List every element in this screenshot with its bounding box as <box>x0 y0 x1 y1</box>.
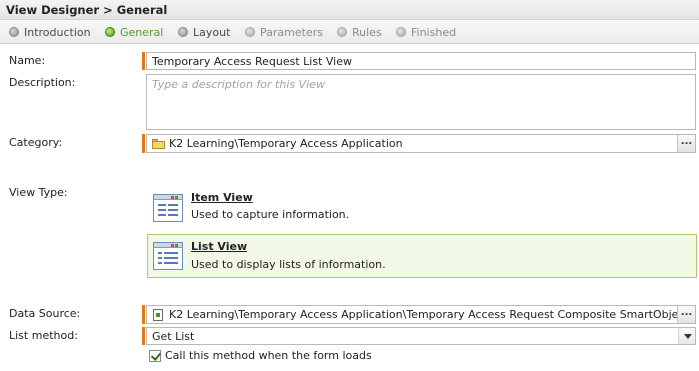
step-introduction[interactable]: Introduction <box>9 25 91 39</box>
data-source-value: K2 Learning\Temporary Access Application… <box>169 308 689 321</box>
item-view-icon <box>153 194 183 222</box>
list-method-select[interactable]: Get List <box>146 327 696 345</box>
required-marker <box>142 327 145 345</box>
step-layout[interactable]: Layout <box>178 25 230 39</box>
item-view-description: Used to capture information. <box>191 208 350 221</box>
step-label: Introduction <box>24 25 91 39</box>
category-picker[interactable]: K2 Learning\Temporary Access Application… <box>146 134 696 153</box>
category-value: K2 Learning\Temporary Access Application <box>169 137 403 150</box>
step-status-icon <box>396 27 406 37</box>
step-label: Layout <box>193 25 231 39</box>
description-textarea[interactable]: Type a description for this View <box>146 74 696 130</box>
description-label: Description: <box>9 76 76 89</box>
call-on-load-label: Call this method when the form loads <box>165 349 372 362</box>
required-marker <box>142 305 145 324</box>
item-view-option[interactable]: Item View Used to capture information. <box>147 186 697 230</box>
data-source-label: Data Source: <box>9 307 81 320</box>
folder-icon <box>152 139 165 149</box>
step-status-icon <box>337 27 347 37</box>
name-label: Name: <box>9 54 46 67</box>
wizard-steps: Introduction General Layout Parameters R… <box>0 20 699 44</box>
list-view-icon <box>153 242 183 270</box>
step-general[interactable]: General <box>105 25 163 39</box>
name-input[interactable]: Temporary Access Request List View <box>146 52 696 70</box>
item-view-title: Item View <box>191 191 253 204</box>
list-method-value: Get List <box>152 330 195 343</box>
call-on-load-checkbox[interactable] <box>149 349 161 362</box>
list-view-description: Used to display lists of information. <box>191 258 386 271</box>
data-source-browse-button[interactable]: ... <box>677 306 695 323</box>
list-view-title: List View <box>191 240 248 253</box>
step-active-icon <box>105 27 115 37</box>
step-parameters[interactable]: Parameters <box>245 25 323 39</box>
step-label: Parameters <box>260 25 323 39</box>
view-type-label: View Type: <box>9 186 68 199</box>
step-label: Rules <box>352 25 382 39</box>
page-title: View Designer > General <box>0 0 699 20</box>
step-label: General <box>120 25 164 39</box>
step-status-icon <box>178 27 188 37</box>
data-source-picker[interactable]: K2 Learning\Temporary Access Application… <box>146 305 696 324</box>
category-browse-button[interactable]: ... <box>677 135 695 152</box>
required-marker <box>142 134 145 153</box>
step-finished[interactable]: Finished <box>396 25 456 39</box>
step-status-icon <box>245 27 255 37</box>
step-rules[interactable]: Rules <box>337 25 382 39</box>
required-marker <box>142 52 145 70</box>
category-label: Category: <box>9 136 63 149</box>
list-view-option[interactable]: List View Used to display lists of infor… <box>147 234 697 278</box>
chevron-down-icon[interactable] <box>678 328 695 344</box>
list-method-label: List method: <box>9 329 78 342</box>
smartobject-icon <box>153 309 163 321</box>
step-label: Finished <box>411 25 457 39</box>
call-on-load-row[interactable]: Call this method when the form loads <box>149 349 372 362</box>
step-status-icon <box>9 27 19 37</box>
